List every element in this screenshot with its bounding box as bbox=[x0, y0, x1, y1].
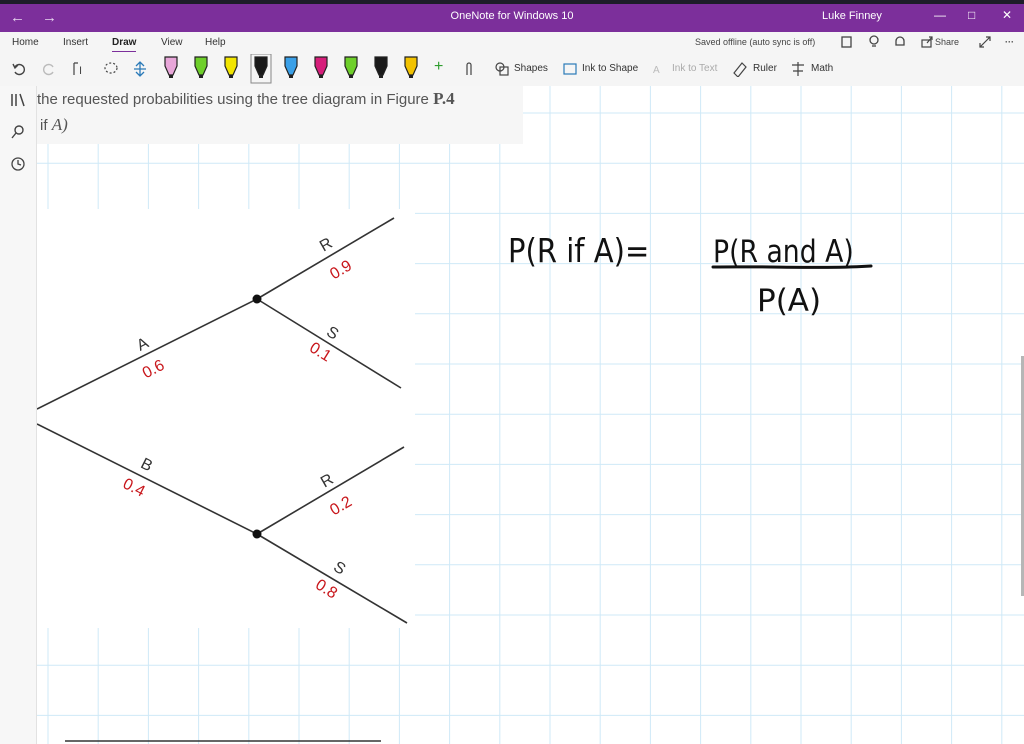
tree-diagram-background bbox=[37, 209, 415, 628]
pen-2-icon[interactable] bbox=[194, 56, 208, 78]
ruler-button[interactable]: Ruler bbox=[753, 63, 777, 74]
pen-9-icon[interactable] bbox=[404, 56, 418, 78]
title-bar: ← → OneNote for Windows 10 Luke Finney —… bbox=[0, 0, 1024, 32]
page-canvas[interactable]: the requested probabilities using the tr… bbox=[37, 86, 1024, 744]
pen-7-icon[interactable] bbox=[344, 56, 358, 78]
ink-denominator[interactable]: P(A) bbox=[757, 283, 821, 319]
pen-3-icon[interactable] bbox=[224, 56, 238, 78]
ink-lhs[interactable]: P(R if A)= bbox=[508, 232, 649, 270]
ink-to-text-button[interactable]: Ink to Text bbox=[672, 63, 717, 74]
add-pen-button[interactable]: + bbox=[434, 58, 443, 76]
node-a bbox=[252, 294, 262, 304]
draw-toolbar: I + Shapes Ink to Shape A Ink to Text Ru… bbox=[0, 52, 1024, 87]
close-button[interactable]: ✕ bbox=[1002, 8, 1012, 22]
notebooks-icon[interactable] bbox=[10, 92, 26, 108]
ink-formula[interactable]: P(R if A)= P(R and A) P(A) bbox=[508, 232, 873, 319]
lasso-select-icon[interactable] bbox=[102, 61, 120, 77]
bell-icon[interactable] bbox=[893, 35, 907, 49]
ink-to-text-icon[interactable]: A bbox=[652, 61, 668, 77]
pen-4-icon[interactable] bbox=[250, 54, 272, 84]
minimize-button[interactable]: — bbox=[934, 8, 946, 22]
ink-fraction-bar[interactable] bbox=[711, 264, 873, 269]
pen-5-icon[interactable] bbox=[284, 56, 298, 78]
ink-to-shape-icon[interactable] bbox=[562, 61, 578, 77]
ruler-icon[interactable] bbox=[732, 61, 748, 77]
svg-text:A: A bbox=[653, 65, 660, 76]
add-space-icon[interactable] bbox=[132, 61, 148, 77]
expand-icon[interactable] bbox=[978, 35, 992, 49]
ribbon-tabs: Home Insert Draw View Help Saved offline… bbox=[0, 32, 1024, 53]
lightbulb-icon[interactable] bbox=[867, 35, 881, 49]
note-surface[interactable]: the requested probabilities using the tr… bbox=[37, 86, 1024, 744]
undo-icon[interactable] bbox=[11, 61, 27, 77]
ink-numerator[interactable]: P(R and A) bbox=[713, 233, 854, 269]
recent-icon[interactable] bbox=[10, 156, 26, 172]
pen-6-icon[interactable] bbox=[314, 56, 328, 78]
pen-1-icon[interactable] bbox=[164, 56, 178, 78]
tab-view[interactable]: View bbox=[161, 37, 183, 48]
taskbar-strip bbox=[0, 0, 1024, 4]
pen-8-icon[interactable] bbox=[374, 56, 388, 78]
ink-to-shape-button[interactable]: Ink to Shape bbox=[582, 63, 638, 74]
search-icon[interactable] bbox=[10, 124, 26, 140]
share-button[interactable]: Share bbox=[935, 37, 959, 47]
question-line-2: ' if A) bbox=[37, 115, 68, 134]
shapes-button[interactable]: Shapes bbox=[514, 63, 548, 74]
restore-button[interactable]: □ bbox=[968, 8, 975, 22]
node-b bbox=[252, 529, 262, 539]
redo-icon[interactable] bbox=[41, 61, 57, 77]
math-icon[interactable] bbox=[790, 61, 806, 77]
tab-insert[interactable]: Insert bbox=[63, 37, 88, 48]
type-select-icon[interactable]: I bbox=[72, 61, 90, 77]
svg-text:I: I bbox=[79, 65, 82, 77]
tab-home[interactable]: Home bbox=[12, 37, 39, 48]
user-name[interactable]: Luke Finney bbox=[822, 10, 882, 22]
math-button[interactable]: Math bbox=[811, 63, 833, 74]
touch-draw-icon[interactable] bbox=[462, 61, 478, 77]
question-line-1: the requested probabilities using the tr… bbox=[37, 89, 455, 108]
tab-draw[interactable]: Draw bbox=[112, 37, 137, 53]
tab-help[interactable]: Help bbox=[205, 37, 226, 48]
pen-gallery bbox=[164, 54, 418, 84]
share-icon[interactable] bbox=[920, 35, 934, 49]
shapes-icon[interactable] bbox=[494, 61, 510, 77]
notebook-icon[interactable] bbox=[840, 35, 854, 49]
sync-status: Saved offline (auto sync is off) bbox=[695, 37, 816, 47]
left-rail bbox=[0, 86, 37, 744]
more-options-button[interactable]: ··· bbox=[1005, 37, 1014, 47]
